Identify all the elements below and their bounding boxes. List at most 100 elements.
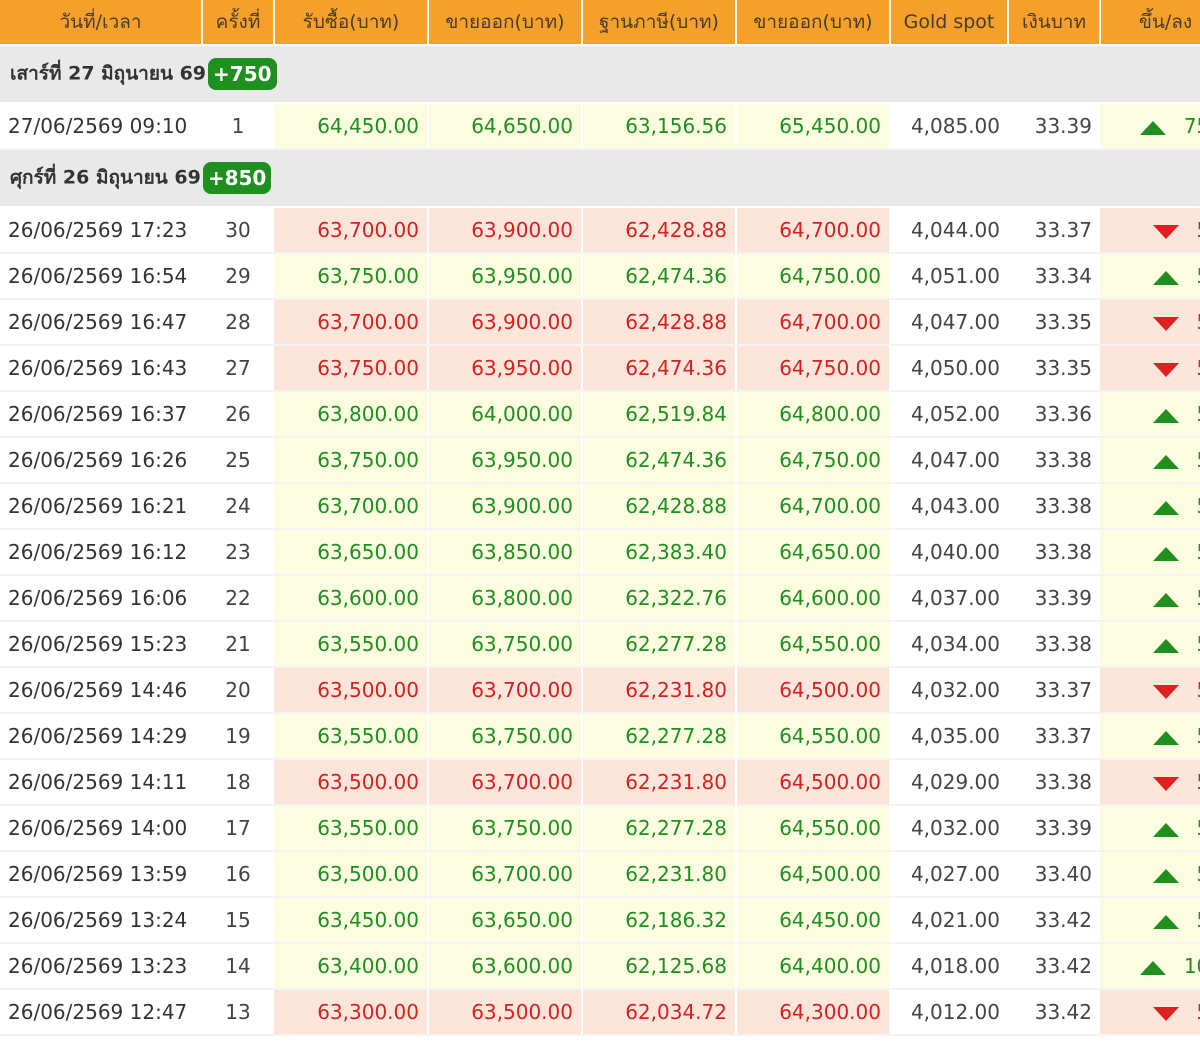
header-sell[interactable]: ขายออก(บาท) xyxy=(428,0,583,45)
cell-sell-ornament: 64,500.00 xyxy=(736,759,891,806)
header-buy[interactable]: รับซื้อ(บาท) xyxy=(274,0,429,45)
cell-sell: 63,900.00 xyxy=(428,299,583,346)
cell-change: 50 xyxy=(1100,989,1200,1036)
cell-change: 50 xyxy=(1100,851,1200,898)
table-row: 26/06/2569 16:21 24 63,700.00 63,900.00 62,4… xyxy=(0,483,1200,530)
header-gold-spot[interactable]: Gold spot xyxy=(890,0,1009,45)
cell-change: 50 xyxy=(1100,713,1200,760)
cell-gold-spot: 4,052.00 xyxy=(890,391,1008,438)
header-sell-ornament[interactable]: ขายออก(บาท) xyxy=(736,0,891,45)
cell-sell-ornament: 64,700.00 xyxy=(736,299,891,346)
cell-change: 50 xyxy=(1100,759,1200,806)
cell-sell: 63,950.00 xyxy=(428,345,583,392)
change-value: 50 xyxy=(1197,1000,1200,1024)
cell-sell-ornament: 65,450.00 xyxy=(736,103,891,150)
cell-buy: 63,500.00 xyxy=(274,851,429,898)
triangle-down-icon xyxy=(1152,224,1179,239)
cell-buy: 63,750.00 xyxy=(274,345,429,392)
cell-tax-base: 62,231.80 xyxy=(582,667,737,714)
triangle-down-icon xyxy=(1152,684,1179,699)
triangle-down-icon xyxy=(1152,1006,1179,1021)
header-change[interactable]: ขึ้น/ลง xyxy=(1100,0,1200,45)
triangle-up-icon xyxy=(1152,454,1179,469)
cell-buy: 63,500.00 xyxy=(274,667,429,714)
change-value: 50 xyxy=(1197,540,1200,564)
cell-count: 26 xyxy=(202,391,274,438)
cell-buy: 63,450.00 xyxy=(274,897,429,944)
change-value: 50 xyxy=(1197,494,1200,518)
cell-sell-ornament: 64,500.00 xyxy=(736,851,891,898)
cell-gold-spot: 4,047.00 xyxy=(890,437,1008,484)
header-tax-base[interactable]: ฐานภาษี(บาท) xyxy=(582,0,737,45)
cell-thb: 33.35 xyxy=(1008,299,1100,346)
date-group-label: เสาร์ที่ 27 มิถุนายน 69 xyxy=(10,62,207,85)
cell-count: 24 xyxy=(202,483,274,530)
triangle-up-icon xyxy=(1152,500,1179,515)
cell-change: 50 xyxy=(1100,207,1200,254)
cell-tax-base: 62,322.76 xyxy=(582,575,737,622)
cell-buy: 63,300.00 xyxy=(274,989,429,1036)
cell-datetime: 26/06/2569 13:23 xyxy=(0,943,202,990)
table-row: 26/06/2569 14:29 19 63,550.00 63,750.00 62,2… xyxy=(0,713,1200,760)
cell-thb: 33.39 xyxy=(1008,103,1100,150)
cell-count: 13 xyxy=(202,989,274,1036)
cell-datetime: 26/06/2569 16:47 xyxy=(0,299,202,346)
change-value: 50 xyxy=(1197,586,1200,610)
date-group-header: เสาร์ที่ 27 มิถุนายน 69 +750 xyxy=(0,44,1200,104)
cell-sell: 63,750.00 xyxy=(428,713,583,760)
cell-sell: 63,700.00 xyxy=(428,759,583,806)
change-value: 50 xyxy=(1197,310,1200,334)
cell-tax-base: 62,474.36 xyxy=(582,345,737,392)
cell-thb: 33.38 xyxy=(1008,483,1100,530)
cell-thb: 33.38 xyxy=(1008,759,1100,806)
cell-count: 20 xyxy=(202,667,274,714)
change-value: 50 xyxy=(1197,356,1200,380)
change-value: 50 xyxy=(1197,264,1200,288)
table-row: 26/06/2569 14:11 18 63,500.00 63,700.00 62,2… xyxy=(0,759,1200,806)
cell-sell-ornament: 64,550.00 xyxy=(736,621,891,668)
cell-datetime: 26/06/2569 14:29 xyxy=(0,713,202,760)
cell-datetime: 26/06/2569 16:54 xyxy=(0,253,202,300)
header-count[interactable]: ครั้งที่ xyxy=(202,0,275,45)
header-datetime[interactable]: วันที่/เวลา xyxy=(0,0,203,45)
date-group-cell: ศุกร์ที่ 26 มิถุนายน 69 +850 xyxy=(0,148,1200,208)
cell-thb: 33.35 xyxy=(1008,345,1100,392)
cell-count: 19 xyxy=(202,713,274,760)
cell-datetime: 26/06/2569 16:06 xyxy=(0,575,202,622)
change-value: 50 xyxy=(1197,402,1200,426)
table-row: 26/06/2569 16:54 29 63,750.00 63,950.00 62,4… xyxy=(0,253,1200,300)
cell-datetime: 26/06/2569 15:23 xyxy=(0,621,202,668)
cell-tax-base: 63,156.56 xyxy=(582,103,737,150)
cell-tax-base: 62,474.36 xyxy=(582,253,737,300)
cell-buy: 63,750.00 xyxy=(274,437,429,484)
change-value: 50 xyxy=(1197,448,1200,472)
cell-sell: 63,600.00 xyxy=(428,943,583,990)
cell-datetime: 26/06/2569 16:26 xyxy=(0,437,202,484)
cell-count: 17 xyxy=(202,805,274,852)
cell-gold-spot: 4,012.00 xyxy=(890,989,1008,1036)
date-group-cell: เสาร์ที่ 27 มิถุนายน 69 +750 xyxy=(0,44,1200,104)
table-row: 26/06/2569 16:43 27 63,750.00 63,950.00 62,4… xyxy=(0,345,1200,392)
change-value: 750 xyxy=(1183,114,1200,138)
cell-tax-base: 62,125.68 xyxy=(582,943,737,990)
change-value: 50 xyxy=(1197,862,1200,886)
daily-change-badge: +850 xyxy=(202,162,272,194)
cell-sell-ornament: 64,800.00 xyxy=(736,391,891,438)
table-row: 26/06/2569 17:23 30 63,700.00 63,900.00 62,4… xyxy=(0,207,1200,254)
cell-tax-base: 62,428.88 xyxy=(582,207,737,254)
cell-sell-ornament: 64,300.00 xyxy=(736,989,891,1036)
cell-gold-spot: 4,040.00 xyxy=(890,529,1008,576)
cell-count: 30 xyxy=(202,207,274,254)
cell-count: 22 xyxy=(202,575,274,622)
table-row: 26/06/2569 14:00 17 63,550.00 63,750.00 62,2… xyxy=(0,805,1200,852)
cell-datetime: 26/06/2569 16:43 xyxy=(0,345,202,392)
triangle-up-icon xyxy=(1152,546,1179,561)
cell-change: 50 xyxy=(1100,483,1200,530)
cell-count: 16 xyxy=(202,851,274,898)
triangle-up-icon xyxy=(1152,868,1179,883)
triangle-up-icon xyxy=(1152,730,1179,745)
cell-buy: 63,700.00 xyxy=(274,207,429,254)
table-row: 26/06/2569 12:47 13 63,300.00 63,500.00 62,0… xyxy=(0,989,1200,1036)
cell-thb: 33.38 xyxy=(1008,529,1100,576)
header-thb[interactable]: เงินบาท xyxy=(1008,0,1101,45)
